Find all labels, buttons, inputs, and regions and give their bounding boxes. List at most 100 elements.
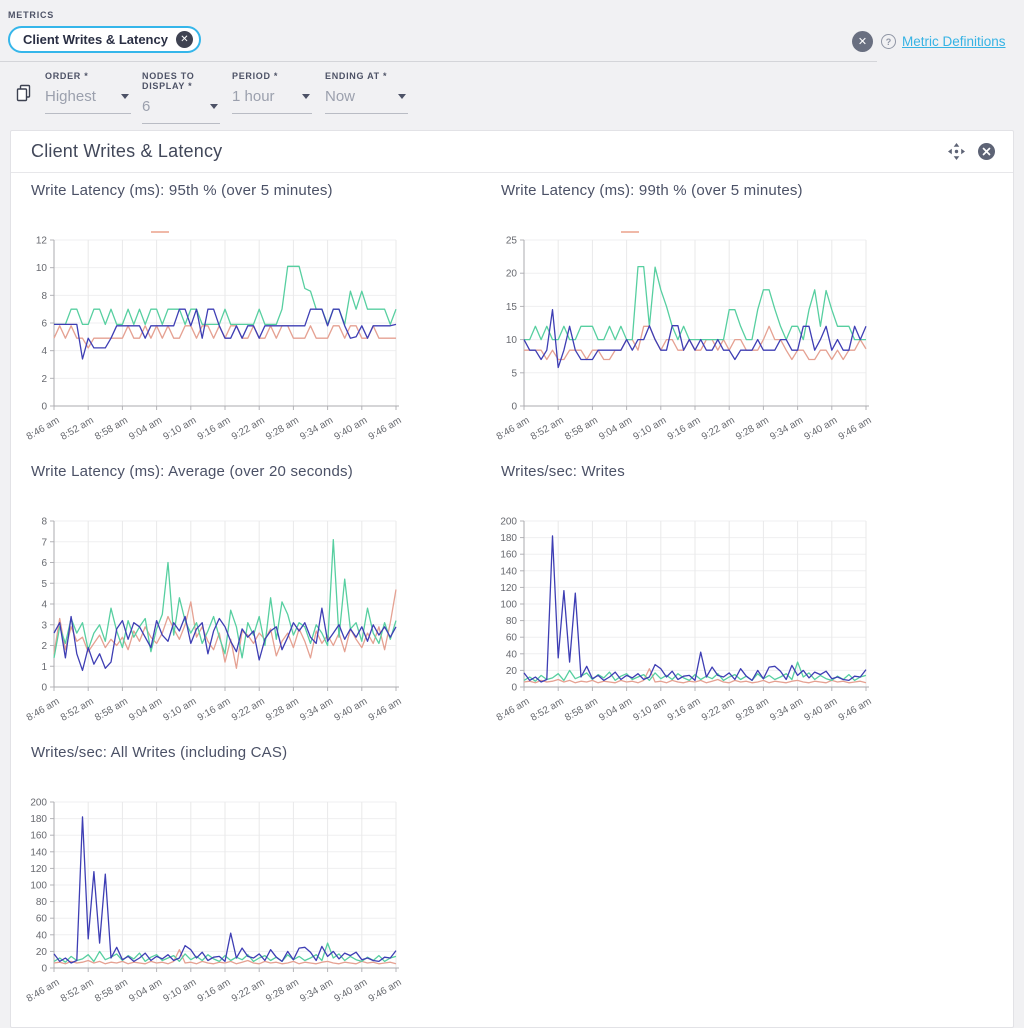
close-icon[interactable] [978,143,995,160]
svg-text:60: 60 [506,633,518,644]
charts-grid: Write Latency (ms): 95th % (over 5 minut… [11,173,1013,1027]
chevron-down-icon [302,94,310,99]
svg-text:9:04 am: 9:04 am [127,415,164,443]
svg-text:6: 6 [41,558,47,569]
card-title: Client Writes & Latency [31,141,948,162]
chart-writes-per-sec: Writes/sec: Writes 020406080100120140160… [491,463,953,733]
svg-text:25: 25 [506,236,518,247]
svg-text:5: 5 [511,368,517,379]
svg-text:10: 10 [36,263,48,274]
svg-text:9:22 am: 9:22 am [230,415,267,443]
svg-text:9:16 am: 9:16 am [196,977,233,1005]
svg-text:8:52 am: 8:52 am [59,977,96,1005]
svg-text:20: 20 [506,666,518,677]
svg-text:8:58 am: 8:58 am [93,415,130,443]
line-chart-all-writes-cas[interactable]: 0 20 40 60 80 100 120 140 160 180 200 8:46 am8:52 a… [21,785,483,1009]
svg-text:60: 60 [36,914,48,925]
svg-text:9:46 am: 9:46 am [837,696,874,724]
svg-text:2: 2 [41,374,47,385]
metric-definitions-link[interactable]: Metric Definitions [902,34,1006,49]
svg-text:20: 20 [36,947,48,958]
svg-text:2: 2 [41,641,47,652]
svg-text:10: 10 [506,335,518,346]
svg-text:8:52 am: 8:52 am [59,696,96,724]
svg-text:9:22 am: 9:22 am [700,415,737,443]
chevron-down-icon [121,94,129,99]
svg-text:3: 3 [41,620,47,631]
metrics-field-underline [0,61,877,62]
svg-text:8:46 am: 8:46 am [495,415,532,443]
svg-text:9:10 am: 9:10 am [162,696,199,724]
svg-text:9:28 am: 9:28 am [734,415,771,443]
svg-text:1: 1 [41,662,47,673]
clear-metrics-icon[interactable]: ✕ [852,31,873,52]
line-chart-writes-per-sec[interactable]: 0204060801001201401601802008:46 am8:52 a… [491,504,953,728]
move-icon[interactable] [948,143,965,160]
chart-write-latency-99th: Write Latency (ms): 99th % (over 5 minut… [491,182,953,452]
svg-text:4: 4 [41,600,47,611]
svg-text:9:40 am: 9:40 am [333,415,370,443]
svg-text:8:46 am: 8:46 am [25,977,62,1005]
svg-text:9:34 am: 9:34 am [768,415,805,443]
svg-text:80: 80 [506,616,518,627]
svg-text:140: 140 [500,566,517,577]
help-icon[interactable]: ? [881,34,896,49]
chart-title: Writes/sec: Writes [501,463,953,480]
svg-text:9:40 am: 9:40 am [803,696,840,724]
svg-text:8:58 am: 8:58 am [563,696,600,724]
period-value: 1 hour [232,88,275,105]
svg-text:9:46 am: 9:46 am [367,415,404,443]
svg-text:8:58 am: 8:58 am [93,977,130,1005]
svg-text:9:40 am: 9:40 am [333,977,370,1005]
svg-text:180: 180 [30,814,47,825]
svg-text:200: 200 [30,798,47,809]
svg-text:180: 180 [500,533,517,544]
svg-text:8:46 am: 8:46 am [25,415,62,443]
svg-text:160: 160 [500,550,517,561]
svg-text:160: 160 [30,831,47,842]
metrics-field-label: METRICS [8,10,54,20]
period-label: PERIOD * [232,71,312,81]
svg-text:80: 80 [36,897,48,908]
svg-text:0: 0 [511,402,517,413]
copy-icon[interactable] [16,84,31,107]
svg-text:120: 120 [30,864,47,875]
svg-text:9:46 am: 9:46 am [367,696,404,724]
svg-text:9:46 am: 9:46 am [837,415,874,443]
svg-text:100: 100 [30,881,47,892]
svg-text:0: 0 [41,683,47,694]
svg-text:9:16 am: 9:16 am [196,696,233,724]
nodes-to-display-select[interactable]: NODES TO DISPLAY * 6 [142,71,220,124]
line-chart-write-latency-95th[interactable]: 0246810128:46 am8:52 am8:58 am9:04 am9:1… [21,223,483,447]
svg-text:8:52 am: 8:52 am [529,696,566,724]
svg-text:8: 8 [41,291,47,302]
chip-remove-icon[interactable]: ✕ [176,31,193,48]
nodes-to-display-value: 6 [142,98,150,115]
chart-write-latency-95th: Write Latency (ms): 95th % (over 5 minut… [21,182,483,452]
svg-text:9:28 am: 9:28 am [264,415,301,443]
svg-text:40: 40 [506,649,518,660]
svg-text:9:34 am: 9:34 am [768,696,805,724]
period-select[interactable]: PERIOD * 1 hour [232,71,312,114]
order-select[interactable]: ORDER * Highest [45,71,131,114]
svg-text:9:34 am: 9:34 am [298,696,335,724]
line-chart-write-latency-99th[interactable]: 05101520258:46 am8:52 am8:58 am9:04 am9:… [491,223,953,447]
svg-text:9:04 am: 9:04 am [127,977,164,1005]
svg-text:9:10 am: 9:10 am [162,977,199,1005]
svg-text:8:52 am: 8:52 am [529,415,566,443]
chart-write-latency-average: Write Latency (ms): Average (over 20 sec… [21,463,483,733]
svg-text:0: 0 [511,683,517,694]
svg-text:20: 20 [506,269,518,280]
svg-text:140: 140 [30,847,47,858]
svg-text:9:22 am: 9:22 am [230,977,267,1005]
svg-text:9:28 am: 9:28 am [264,696,301,724]
empty-grid-cell [491,744,953,1014]
svg-text:40: 40 [36,930,48,941]
svg-text:9:10 am: 9:10 am [162,415,199,443]
svg-text:0: 0 [41,964,47,975]
metric-chip[interactable]: Client Writes & Latency ✕ [8,26,201,53]
chart-title: Write Latency (ms): 99th % (over 5 minut… [501,182,953,199]
svg-text:8:58 am: 8:58 am [93,696,130,724]
line-chart-write-latency-average[interactable]: 0123456788:46 am8:52 am8:58 am9:04 am9:1… [21,504,483,728]
ending-at-select[interactable]: ENDING AT * Now [325,71,408,114]
